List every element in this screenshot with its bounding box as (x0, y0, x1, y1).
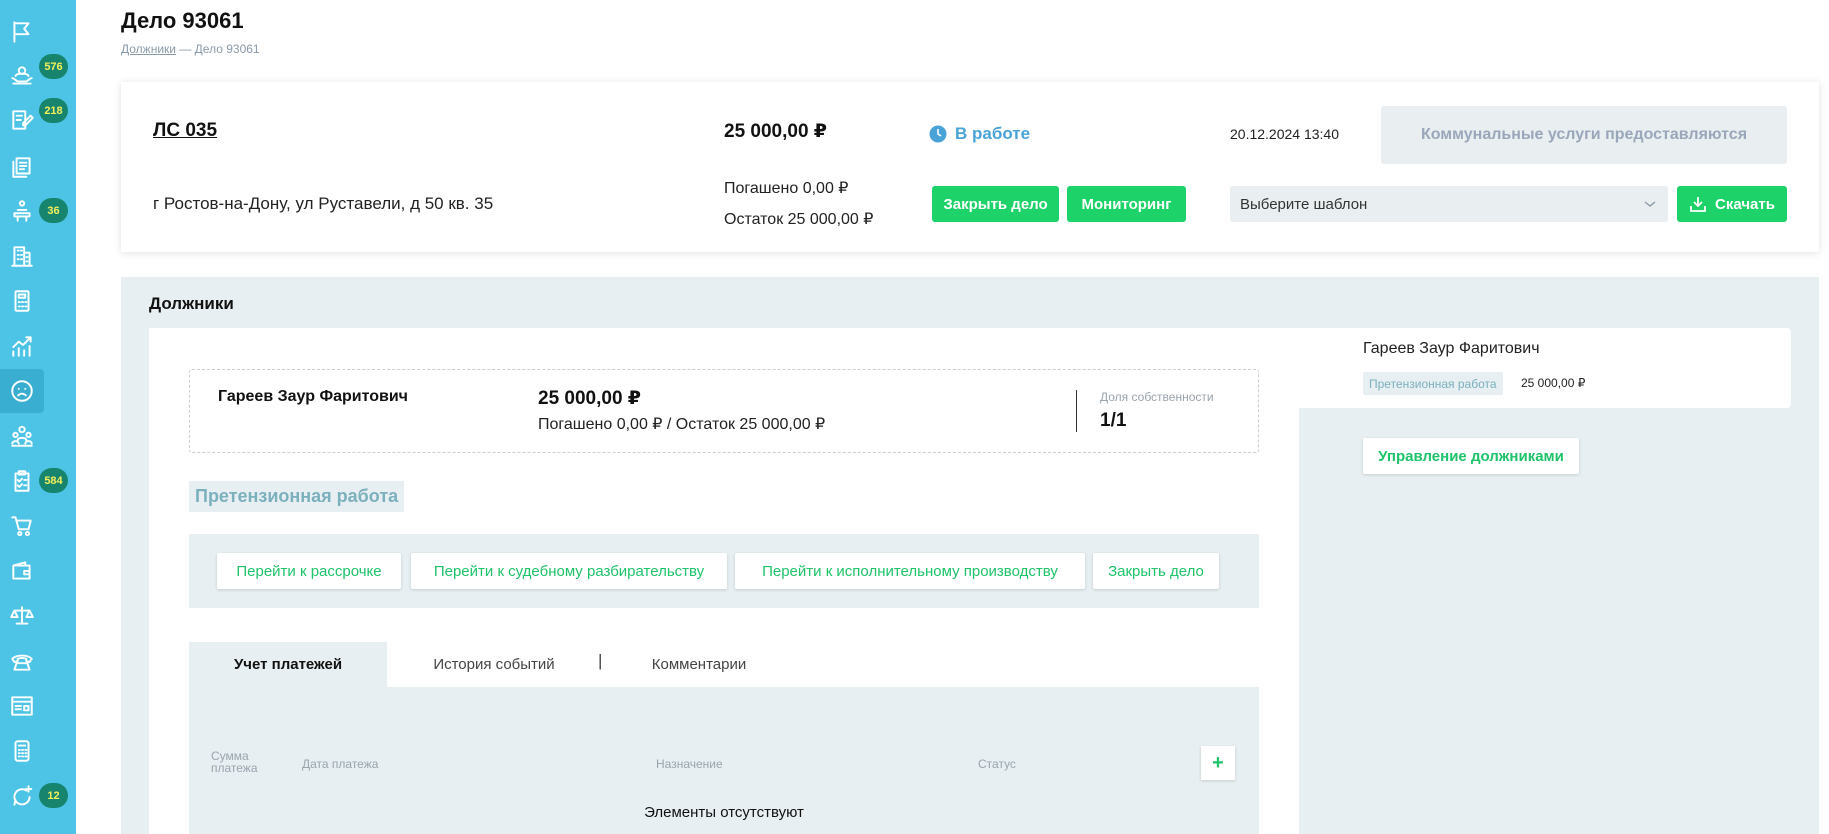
stage-badge: Претензионная работа (189, 481, 405, 512)
users-hands-icon (11, 66, 33, 85)
sidebar-item-documents[interactable] (0, 145, 44, 189)
manage-debtors-button[interactable]: Управление должниками (1363, 438, 1579, 474)
stage-actions-bar: Перейти к рассрочке Перейти к судебному … (189, 534, 1259, 608)
side-debtor-amount: 25 000,00 ₽ (1521, 376, 1586, 390)
debtor-amount: 25 000,00 ₽ (538, 388, 642, 409)
divider (1076, 390, 1077, 432)
sidebar: 576 218 36 584 12 (0, 0, 76, 834)
empty-state: Элементы отсутствуют (644, 804, 804, 821)
close-case-stage-button[interactable]: Закрыть дело (1093, 553, 1219, 589)
tab-history[interactable]: История событий (394, 642, 594, 687)
side-stage-badge: Претензионная работа (1363, 372, 1503, 395)
download-button[interactable]: Скачать (1677, 186, 1787, 222)
page-title: Дело 93061 (121, 8, 244, 33)
person-desk-icon (13, 200, 31, 222)
scales-icon (10, 606, 34, 625)
template-select-value: Выберите шаблон (1240, 195, 1368, 213)
case-paid: Погашено 0,00 ₽ (724, 180, 849, 197)
case-amount: 25 000,00 ₽ (724, 121, 828, 142)
case-summary-card: ЛС 035 г Ростов-на-Дону, ул Руставели, д… (121, 82, 1819, 252)
sidebar-item-team[interactable] (0, 414, 44, 458)
badge-tasks: 584 (39, 468, 68, 493)
installment-button[interactable]: Перейти к рассрочке (217, 553, 401, 589)
sidebar-item-analytics[interactable] (0, 324, 44, 368)
documents-icon (12, 157, 31, 178)
team-icon (11, 425, 33, 447)
sidebar-item-chats[interactable] (0, 774, 44, 818)
main-content: Дело 93061 Должники — Дело 93061 ЛС 035 … (76, 0, 1829, 834)
case-datetime: 20.12.2024 13:40 (1230, 126, 1339, 142)
sidebar-item-wallet[interactable] (0, 549, 44, 593)
device-calculator-icon (14, 740, 30, 762)
debtor-list-item[interactable]: Гареев Заур Фаритович Претензионная рабо… (1299, 328, 1791, 408)
download-icon (1690, 197, 1706, 212)
clock-icon (929, 125, 947, 143)
tab-payments[interactable]: Учет платежей (189, 642, 387, 687)
case-remaining: Остаток 25 000,00 ₽ (724, 211, 874, 228)
wallet-icon (12, 561, 31, 580)
sidebar-item-court[interactable] (0, 594, 44, 638)
sidebar-item-tasks[interactable] (0, 459, 44, 503)
badge-clients: 576 (39, 54, 68, 79)
debtors-section-title: Должники (149, 294, 234, 313)
column-header-amount: Сумма платежа (211, 749, 258, 775)
breadcrumb-link-debtors[interactable]: Должники (121, 42, 176, 56)
sad-face-icon (11, 380, 33, 402)
status-label: В работе (955, 124, 1031, 143)
cart-icon (11, 516, 32, 537)
case-address: г Ростов-на-Дону, ул Руставели, д 50 кв.… (153, 194, 494, 213)
flag-icon (13, 21, 30, 43)
calculator-icon (14, 290, 30, 312)
add-payment-button[interactable]: + (1201, 746, 1235, 780)
template-select[interactable]: Выберите шаблон (1230, 186, 1668, 222)
sidebar-item-clients[interactable] (0, 54, 44, 98)
sidebar-item-flag[interactable] (0, 10, 44, 54)
debtors-section: Должники Гареев Заур Фаритович 25 000,00… (121, 277, 1819, 834)
debtor-detail-panel: Гареев Заур Фаритович 25 000,00 ₽ Погаше… (149, 328, 1299, 834)
account-link[interactable]: ЛС 035 (153, 120, 217, 142)
clipboard-check-icon (14, 470, 30, 492)
side-debtor-name: Гареев Заур Фаритович (1363, 340, 1540, 357)
column-header-purpose: Назначение (656, 757, 723, 771)
debtor-name: Гареев Заур Фаритович (218, 388, 408, 405)
badge-edits: 218 (39, 98, 68, 123)
close-case-button[interactable]: Закрыть дело (932, 186, 1059, 222)
sidebar-item-devices[interactable] (0, 729, 44, 773)
debtor-card: Гареев Заур Фаритович 25 000,00 ₽ Погаше… (189, 369, 1259, 453)
debtor-paid-remaining: Погашено 0,00 ₽ / Остаток 25 000,00 ₽ (538, 416, 826, 433)
breadcrumb-separator: — (179, 42, 192, 56)
download-button-label: Скачать (1715, 195, 1775, 213)
breadcrumb: Должники — Дело 93061 (121, 42, 260, 56)
monitoring-button[interactable]: Мониторинг (1067, 186, 1186, 222)
sidebar-item-edits[interactable] (0, 98, 44, 142)
case-status: В работе (929, 124, 1030, 144)
badge-meters: 36 (39, 198, 68, 223)
tab-separator: | (598, 651, 603, 670)
badge-chats: 12 (39, 783, 68, 808)
column-header-status: Статус (978, 757, 1016, 771)
breadcrumb-current: Дело 93061 (194, 42, 260, 56)
enforcement-button[interactable]: Перейти к исполнительному производству (735, 553, 1085, 589)
sidebar-item-phone[interactable] (0, 639, 44, 683)
sidebar-item-debtors[interactable] (0, 369, 44, 413)
building-icon (11, 246, 33, 267)
sidebar-item-browser[interactable] (0, 684, 44, 728)
chevron-down-icon (1644, 201, 1656, 207)
sidebar-item-cart[interactable] (0, 504, 44, 548)
payments-table: Сумма платежа Дата платежа Назначение Ст… (189, 687, 1259, 834)
utility-status-notice: Коммунальные услуги предоставляются (1381, 106, 1787, 164)
sidebar-item-buildings[interactable] (0, 234, 44, 278)
browser-window-icon (11, 696, 33, 716)
sidebar-item-calculator[interactable] (0, 279, 44, 323)
tab-comments[interactable]: Комментарии (619, 642, 779, 687)
litigation-button[interactable]: Перейти к судебному разбирательству (411, 553, 727, 589)
phone-icon (11, 654, 33, 671)
column-header-date: Дата платежа (302, 757, 379, 771)
ownership-share-value: 1/1 (1100, 410, 1127, 431)
ownership-share-label: Доля собственности (1100, 390, 1214, 404)
chart-growth-icon (12, 336, 32, 357)
edit-document-icon (12, 110, 34, 130)
sidebar-item-meters[interactable] (0, 189, 44, 233)
chat-plus-icon (13, 785, 33, 806)
